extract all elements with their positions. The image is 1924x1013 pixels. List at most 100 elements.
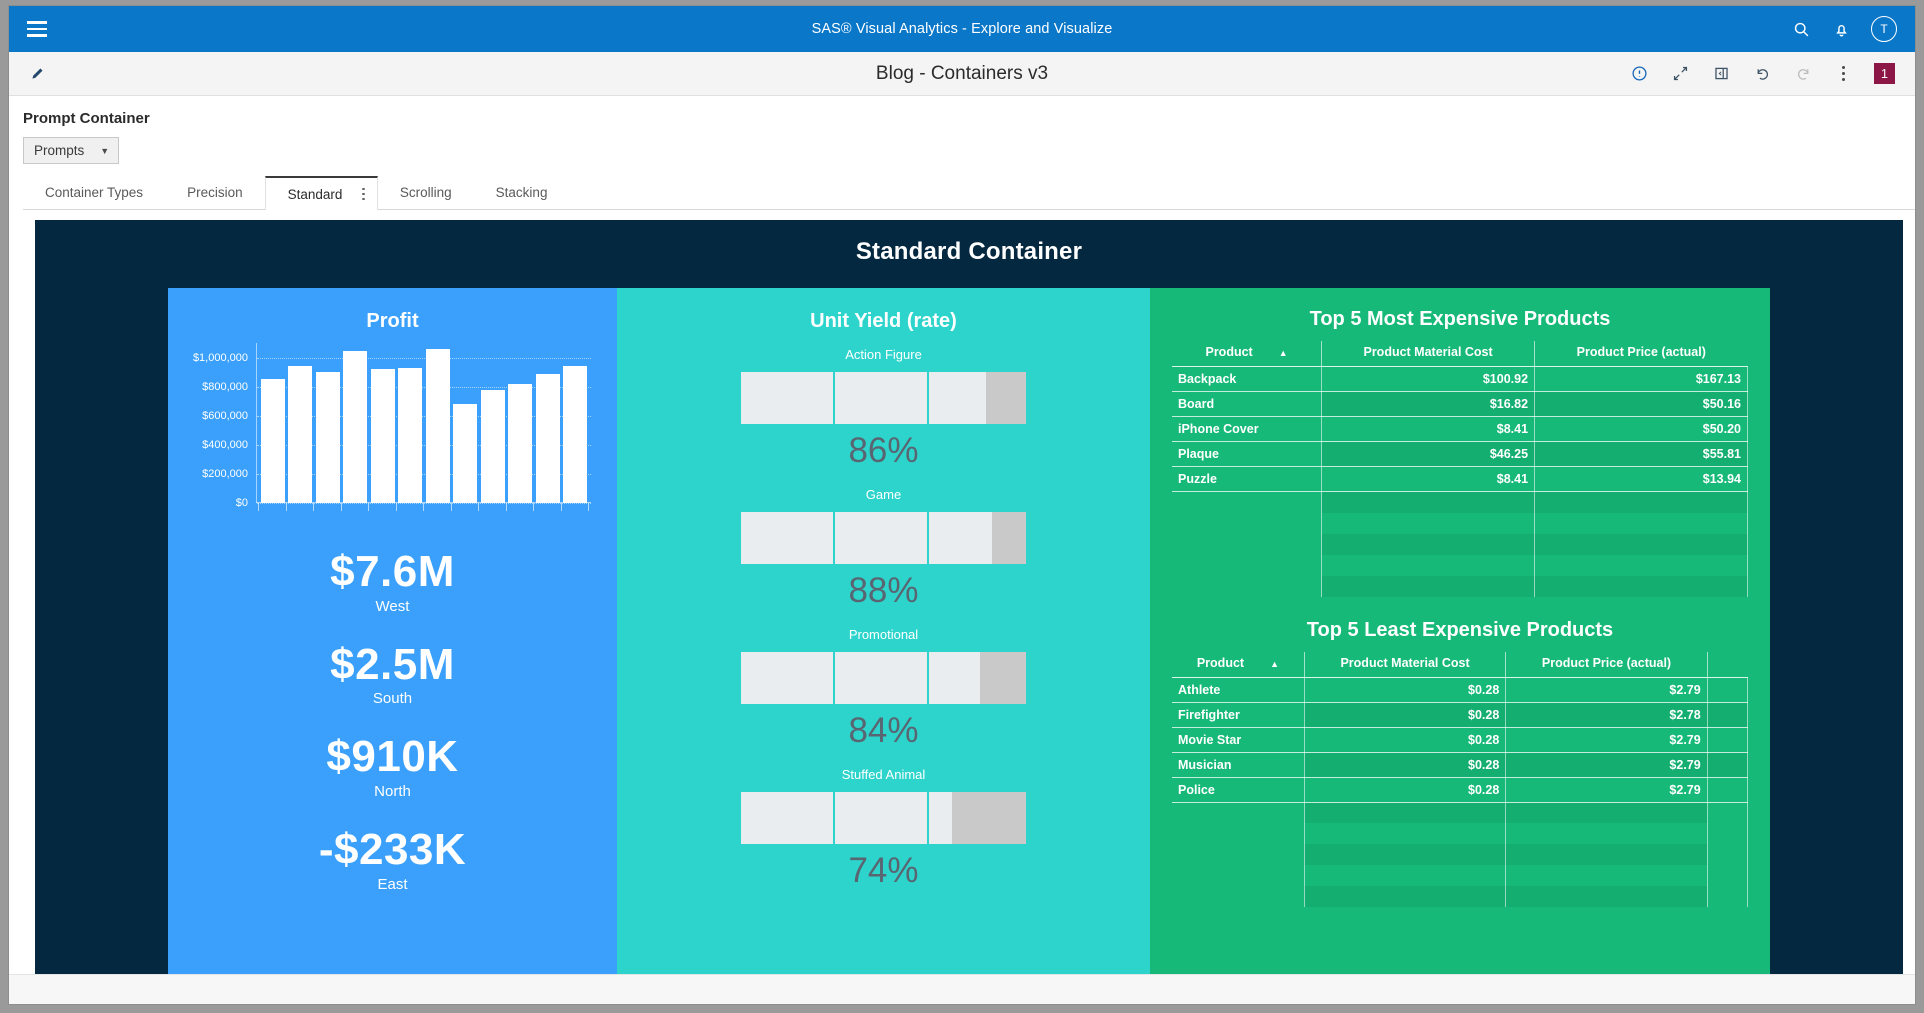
cell-spacer [1707, 727, 1747, 752]
kpi-label: West [186, 598, 599, 615]
prompts-dropdown[interactable]: Prompts ▼ [23, 137, 119, 164]
bar[interactable] [508, 384, 532, 503]
bar[interactable] [536, 374, 560, 503]
table-row[interactable]: Police$0.28$2.79 [1172, 777, 1748, 802]
undo-icon[interactable] [1753, 64, 1772, 83]
tab-scrolling[interactable]: Scrolling [378, 176, 474, 209]
cell-empty [1172, 802, 1304, 823]
page-count-badge[interactable]: 1 [1874, 63, 1895, 84]
table-row[interactable]: Athlete$0.28$2.79 [1172, 677, 1748, 702]
table-row[interactable]: iPhone Cover$8.41$50.20 [1172, 417, 1748, 442]
notifications-bell-icon[interactable] [1831, 19, 1851, 39]
unit-yield-gauge[interactable]: Stuffed Animal74% [627, 767, 1140, 891]
column-header-material-cost[interactable]: Product Material Cost [1304, 652, 1505, 678]
most-expensive-table[interactable]: Product▲ Product Material Cost Product P… [1172, 341, 1748, 597]
sort-ascending-icon: ▲ [1270, 659, 1279, 669]
bar[interactable] [563, 366, 587, 503]
cell-product: Plaque [1172, 442, 1322, 467]
gauge-segment [929, 652, 980, 704]
kpi-label: East [186, 876, 599, 893]
cell-value: $50.20 [1535, 417, 1748, 442]
cell-empty [1535, 576, 1748, 597]
edit-pencil-icon[interactable] [9, 52, 65, 95]
cell-empty [1304, 823, 1505, 844]
column-header-price[interactable]: Product Price (actual) [1506, 652, 1707, 678]
kpi-label: North [186, 783, 599, 800]
cell-value: $2.79 [1506, 727, 1707, 752]
column-header-material-cost[interactable]: Product Material Cost [1322, 341, 1535, 367]
more-options-icon[interactable] [1835, 64, 1852, 83]
table-row[interactable]: Puzzle$8.41$13.94 [1172, 467, 1748, 492]
bar[interactable] [426, 349, 450, 503]
tab-precision[interactable]: Precision [165, 176, 265, 209]
bar[interactable] [481, 390, 505, 503]
x-axis-tick [506, 503, 507, 511]
toggle-panel-icon[interactable] [1712, 64, 1731, 83]
help-info-icon[interactable] [1630, 64, 1649, 83]
avatar-initial: T [1880, 22, 1887, 36]
cell-empty [1535, 492, 1748, 513]
table-row[interactable]: Movie Star$0.28$2.79 [1172, 727, 1748, 752]
tab-standard[interactable]: Standard [265, 176, 378, 210]
user-avatar[interactable]: T [1871, 16, 1897, 42]
cell-value: $100.92 [1322, 367, 1535, 392]
x-axis-tick [423, 503, 424, 511]
gauge-value: 86% [627, 431, 1140, 471]
cell-product: Athlete [1172, 677, 1304, 702]
profit-bar-chart[interactable]: $1,000,000$800,000$600,000$400,000$200,0… [186, 343, 595, 521]
x-axis-tick [561, 503, 562, 511]
menu-hamburger-icon[interactable] [9, 6, 65, 52]
gauge-label: Action Figure [627, 347, 1140, 362]
redo-icon[interactable] [1794, 64, 1813, 83]
gauge-segment [741, 372, 835, 424]
bar[interactable] [453, 404, 477, 503]
cell-value: $0.28 [1304, 727, 1505, 752]
cell-product: Board [1172, 392, 1322, 417]
cell-value: $13.94 [1535, 467, 1748, 492]
prompt-container-label: Prompt Container [23, 110, 1915, 127]
region-kpi-list: $7.6M West $2.5M South $910K North -$2 [186, 549, 599, 893]
unit-yield-gauge[interactable]: Game88% [627, 487, 1140, 611]
gauge-remainder [992, 512, 1026, 564]
gauge-value: 88% [627, 571, 1140, 611]
chart-y-axis: $1,000,000$800,000$600,000$400,000$200,0… [186, 343, 252, 521]
title-bar-actions: T [1791, 16, 1915, 42]
bar[interactable] [371, 369, 395, 503]
gauge-segment [929, 792, 952, 844]
tab-menu-icon[interactable] [356, 186, 371, 203]
column-header-spacer [1707, 652, 1747, 678]
unit-yield-gauge[interactable]: Action Figure 86% [627, 347, 1140, 471]
cell-spacer [1707, 752, 1747, 777]
column-header-product[interactable]: Product▲ [1172, 652, 1304, 678]
cell-empty [1707, 823, 1747, 844]
unit-yield-gauge[interactable]: Promotional84% [627, 627, 1140, 751]
bar[interactable] [288, 366, 312, 503]
table-empty-row [1172, 492, 1748, 513]
search-icon[interactable] [1791, 19, 1811, 39]
bar[interactable] [398, 368, 422, 503]
least-expensive-block: Top 5 Least Expensive Products Product▲ … [1172, 619, 1748, 908]
column-header-price[interactable]: Product Price (actual) [1535, 341, 1748, 367]
table-row[interactable]: Musician$0.28$2.79 [1172, 752, 1748, 777]
table-body: Backpack$100.92$167.13Board$16.82$50.16i… [1172, 367, 1748, 597]
x-axis-tick [286, 503, 287, 511]
least-expensive-table[interactable]: Product▲ Product Material Cost Product P… [1172, 652, 1748, 908]
table-row[interactable]: Plaque$46.25$55.81 [1172, 442, 1748, 467]
bar[interactable] [343, 351, 367, 503]
tab-container-types[interactable]: Container Types [23, 176, 165, 209]
expand-fullscreen-icon[interactable] [1671, 64, 1690, 83]
column-header-product[interactable]: Product▲ [1172, 341, 1322, 367]
table-row[interactable]: Board$16.82$50.16 [1172, 392, 1748, 417]
cell-empty [1535, 534, 1748, 555]
table-row[interactable]: Backpack$100.92$167.13 [1172, 367, 1748, 392]
tab-label: Standard [288, 187, 343, 202]
cell-empty [1172, 865, 1304, 886]
table-row[interactable]: Firefighter$0.28$2.78 [1172, 702, 1748, 727]
bar[interactable] [316, 372, 340, 503]
kpi-value: $2.5M [186, 642, 599, 689]
gauge-segment [929, 372, 986, 424]
tab-stacking[interactable]: Stacking [474, 176, 570, 209]
cell-product: Firefighter [1172, 702, 1304, 727]
cell-empty [1172, 513, 1322, 534]
bar[interactable] [261, 379, 285, 503]
